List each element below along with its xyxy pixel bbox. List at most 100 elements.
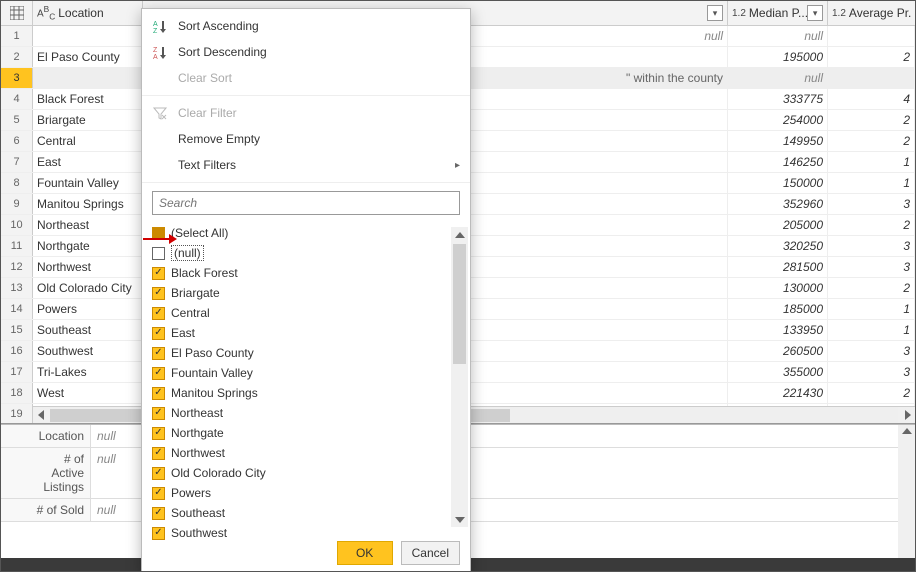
column-header-label: Location <box>58 6 103 20</box>
column-header-median[interactable]: 1.2 Median P... ▾ <box>728 1 828 25</box>
cancel-button[interactable]: Cancel <box>401 541 460 565</box>
cell-median[interactable]: 355000 <box>728 362 828 382</box>
scroll-down-icon[interactable] <box>451 510 468 527</box>
cell-location[interactable]: Black Forest <box>33 89 143 109</box>
cell-median[interactable]: 281500 <box>728 257 828 277</box>
cell-location[interactable]: Northwest <box>33 257 143 277</box>
cell-average[interactable]: 1 <box>828 299 915 319</box>
cell-location[interactable]: Fountain Valley <box>33 173 143 193</box>
ok-button[interactable]: OK <box>337 541 393 565</box>
cell-average[interactable]: 1 <box>828 152 915 172</box>
filter-checkbox-item[interactable]: ✓Southeast <box>152 503 460 523</box>
cell-average[interactable]: 1 <box>828 173 915 193</box>
filter-checkbox-item[interactable]: ✓El Paso County <box>152 343 460 363</box>
cell-average[interactable]: 3 <box>828 341 915 361</box>
menu-sort-descending[interactable]: ZA Sort Descending <box>142 39 470 65</box>
cell-median[interactable]: 185000 <box>728 299 828 319</box>
cell-average[interactable] <box>828 26 915 46</box>
cell-location[interactable]: Manitou Springs <box>33 194 143 214</box>
filter-checkbox-item[interactable]: ✓Southwest <box>152 523 460 543</box>
filter-checkbox-item[interactable]: ✓Northgate <box>152 423 460 443</box>
filter-checkbox-item[interactable]: (null) <box>152 243 460 263</box>
cell-median[interactable]: 150000 <box>728 173 828 193</box>
cell-average[interactable]: 1 <box>828 320 915 340</box>
cell-median[interactable]: 352960 <box>728 194 828 214</box>
scroll-right-icon[interactable] <box>898 407 915 424</box>
filter-checkbox-item[interactable]: ✓Northwest <box>152 443 460 463</box>
cell-average[interactable]: 3 <box>828 236 915 256</box>
cell-median[interactable]: 149950 <box>728 131 828 151</box>
filter-item-label: Northwest <box>171 446 225 460</box>
filter-checkbox-item[interactable]: ✓Briargate <box>152 283 460 303</box>
cell-average[interactable]: 3 <box>828 362 915 382</box>
filter-item-label: Northgate <box>171 426 224 440</box>
cell-median[interactable]: 195000 <box>728 47 828 67</box>
detail-label-sold: # of Sold <box>1 499 91 521</box>
cell-location[interactable]: El Paso County <box>33 47 143 67</box>
filter-checkbox-item[interactable]: ✓Northeast <box>152 403 460 423</box>
menu-label: Text Filters <box>178 158 236 172</box>
filter-checkbox-item[interactable]: ✓Powers <box>152 483 460 503</box>
cell-location[interactable]: Southeast <box>33 320 143 340</box>
cell-average[interactable]: 2 <box>828 110 915 130</box>
dropdown-icon[interactable]: ▾ <box>807 5 823 21</box>
filter-checkbox-item[interactable]: (Select All) <box>152 223 460 243</box>
scroll-up-icon[interactable] <box>451 227 468 244</box>
cell-average[interactable] <box>828 68 915 88</box>
cell-location[interactable] <box>33 26 143 46</box>
scroll-up-icon[interactable] <box>902 425 912 436</box>
filter-list-scrollbar[interactable] <box>451 227 468 527</box>
row-number: 18 <box>1 383 33 403</box>
svg-text:A: A <box>153 21 158 28</box>
cell-median[interactable]: 130000 <box>728 278 828 298</box>
scroll-thumb[interactable] <box>453 244 466 364</box>
filter-checkbox-item[interactable]: ✓Manitou Springs <box>152 383 460 403</box>
filter-search-input[interactable] <box>152 191 460 215</box>
cell-location[interactable]: Northgate <box>33 236 143 256</box>
filter-checkbox-item[interactable]: ✓Fountain Valley <box>152 363 460 383</box>
cell-average[interactable]: 4 <box>828 89 915 109</box>
column-header-location[interactable]: ABC Location <box>33 1 143 25</box>
filter-checkbox-item[interactable]: ✓Central <box>152 303 460 323</box>
cell-location[interactable]: Powers <box>33 299 143 319</box>
cell-median[interactable]: 146250 <box>728 152 828 172</box>
row-number: 5 <box>1 110 33 130</box>
cell-location[interactable]: Southwest <box>33 341 143 361</box>
cell-median[interactable]: 221430 <box>728 383 828 403</box>
row-number: 1 <box>1 26 33 46</box>
cell-location[interactable]: Northeast <box>33 215 143 235</box>
cell-median[interactable]: null <box>728 26 828 46</box>
cell-average[interactable]: 2 <box>828 131 915 151</box>
cell-median[interactable]: 320250 <box>728 236 828 256</box>
cell-median[interactable]: null <box>728 68 828 88</box>
column-header-average[interactable]: 1.2 Average Pr... <box>828 1 915 25</box>
menu-text-filters[interactable]: Text Filters ▸ <box>142 152 470 178</box>
cell-average[interactable]: 2 <box>828 215 915 235</box>
scroll-left-icon[interactable] <box>33 407 50 424</box>
cell-location[interactable]: Tri-Lakes <box>33 362 143 382</box>
cell-location[interactable]: Briargate <box>33 110 143 130</box>
cell-location[interactable]: West <box>33 383 143 403</box>
cell-median[interactable]: 260500 <box>728 341 828 361</box>
detail-vertical-scrollbar[interactable] <box>898 425 915 561</box>
menu-remove-empty[interactable]: Remove Empty <box>142 126 470 152</box>
cell-median[interactable]: 133950 <box>728 320 828 340</box>
menu-sort-ascending[interactable]: AZ Sort Ascending <box>142 13 470 39</box>
cell-location[interactable]: East <box>33 152 143 172</box>
filter-checkbox-item[interactable]: ✓Black Forest <box>152 263 460 283</box>
table-icon-cell[interactable] <box>1 1 33 25</box>
filter-checkbox-item[interactable]: ✓Old Colorado City <box>152 463 460 483</box>
cell-location[interactable] <box>33 68 143 88</box>
filter-checkbox-item[interactable]: ✓East <box>152 323 460 343</box>
cell-location[interactable]: Central <box>33 131 143 151</box>
cell-location[interactable]: Old Colorado City <box>33 278 143 298</box>
dropdown-icon[interactable]: ▾ <box>707 5 723 21</box>
cell-median[interactable]: 333775 <box>728 89 828 109</box>
cell-median[interactable]: 254000 <box>728 110 828 130</box>
cell-average[interactable]: 2 <box>828 278 915 298</box>
cell-median[interactable]: 205000 <box>728 215 828 235</box>
cell-average[interactable]: 3 <box>828 257 915 277</box>
cell-average[interactable]: 3 <box>828 194 915 214</box>
cell-average[interactable]: 2 <box>828 47 915 67</box>
cell-average[interactable]: 2 <box>828 383 915 403</box>
